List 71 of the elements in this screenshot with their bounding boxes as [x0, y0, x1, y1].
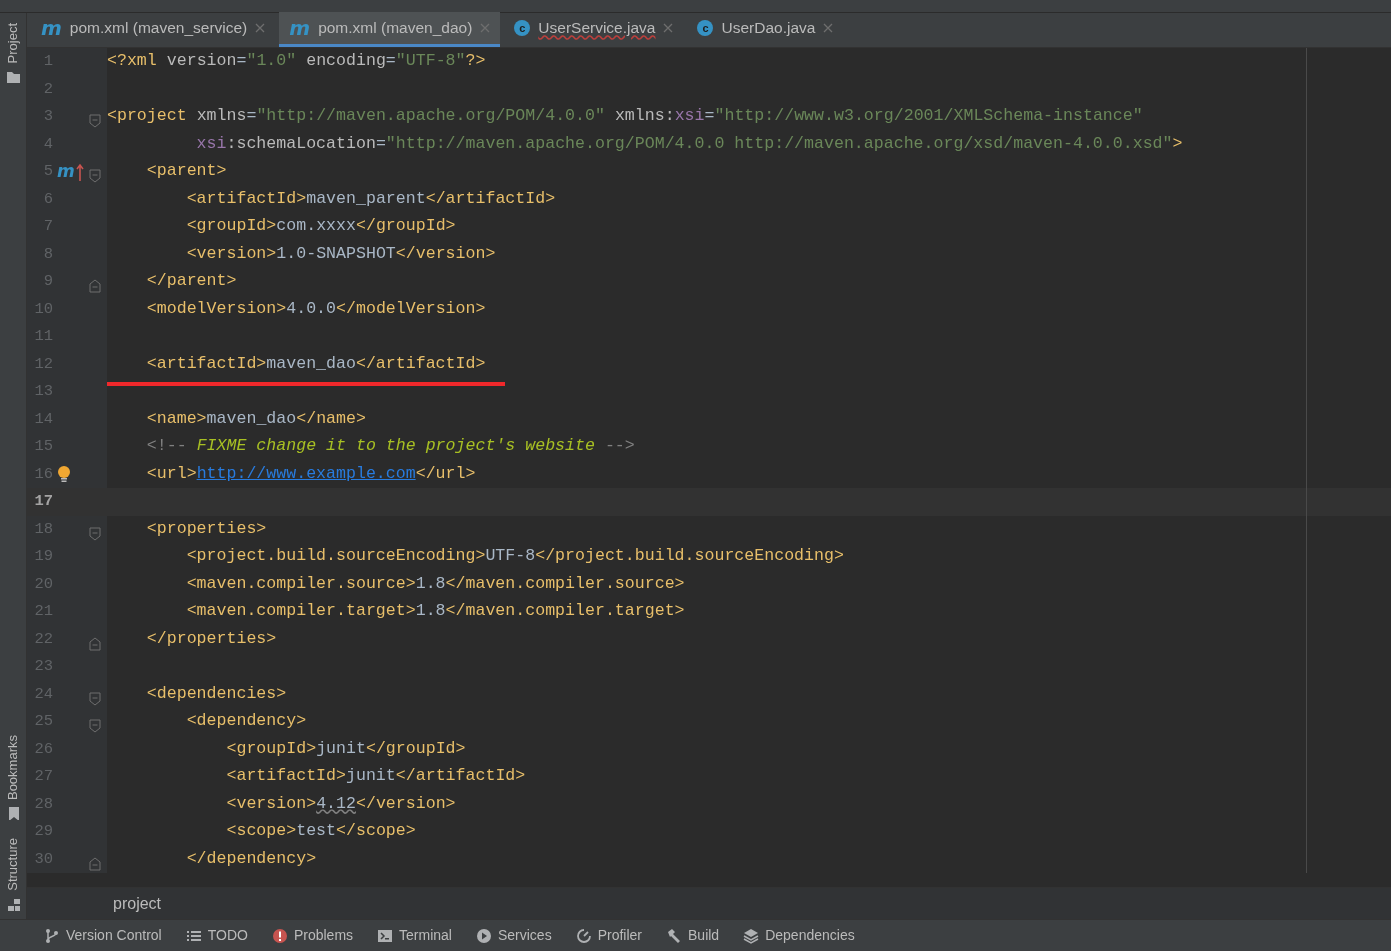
alert-icon [271, 927, 288, 944]
code-line: <maven.compiler.target>1.8</maven.compiler.target> [185, 600, 685, 623]
fold-icon[interactable] [89, 856, 101, 871]
code-line: <project xmlns="http://maven.apache.org/POM/4.0.0" xmlns:xsi="http://www.w3.org/2001/XMLSchema-instance" [107, 105, 1143, 128]
tool-window-button[interactable]: Build [662, 925, 732, 946]
tool-window-button[interactable]: Profiler [571, 925, 654, 946]
code-line: xsi:schemaLocation="http://maven.apache.org/POM/4.0.0 http://maven.apache.org/xsd/maven-4.0.0.xsd"> [195, 132, 1183, 155]
close-icon[interactable] [823, 23, 834, 33]
terminal-icon [377, 927, 394, 944]
gauge-icon [575, 927, 592, 944]
branch-icon [44, 927, 60, 944]
tool-window-button[interactable]: Problems [267, 925, 366, 946]
code-line: <dependency> [185, 710, 307, 733]
code-line: <groupId>com.xxxx</groupId> [185, 215, 456, 238]
code-line: <version>1.0-SNAPSHOT</version> [185, 242, 496, 265]
class-file-icon: c [697, 20, 714, 36]
fold-icon[interactable] [89, 691, 101, 706]
bookmark-icon [6, 806, 20, 821]
tool-window-tab[interactable]: Project [3, 21, 23, 66]
editor-tab[interactable]: m pom.xml (maven_service) [31, 12, 276, 47]
play-icon [475, 927, 492, 944]
tool-window-button[interactable]: Version Control [40, 925, 174, 946]
code-line: <dependencies> [145, 682, 287, 705]
tool-window-tab[interactable]: Structure [3, 836, 23, 893]
maven-file-icon: m [57, 163, 75, 181]
fold-icon[interactable] [89, 114, 101, 129]
editor-tab[interactable]: c UserDao.java [687, 12, 844, 47]
fold-icon[interactable] [89, 636, 101, 651]
close-icon[interactable] [480, 23, 491, 33]
code-line: <properties> [145, 517, 267, 540]
code-line: <project.build.sourceEncoding>UTF-8</project.build.sourceEncoding> [185, 545, 844, 568]
fold-icon[interactable] [89, 279, 101, 294]
tool-window-button[interactable]: Services [471, 925, 564, 946]
editor-tab[interactable]: m pom.xml (maven_dao) [279, 12, 501, 47]
tool-window-button[interactable]: TODO [181, 925, 260, 946]
code-line: <url>http://www.example.com</url> [145, 462, 476, 485]
folder-icon [6, 69, 20, 84]
code-line: <artifactId>maven_parent</artifactId> [185, 187, 556, 210]
layers-icon [743, 927, 760, 944]
code-line: <version>4.12</version> [225, 792, 456, 815]
lightbulb-icon[interactable] [57, 465, 71, 484]
tool-window-tab[interactable]: Bookmarks [3, 733, 23, 803]
hammer-icon [666, 927, 682, 944]
close-icon[interactable] [255, 23, 266, 33]
code-line: </dependency> [185, 847, 317, 870]
code-line: </parent> [145, 270, 237, 293]
tool-window-button[interactable]: Terminal [373, 925, 464, 946]
editor-tab[interactable]: c UserService.java [504, 12, 684, 47]
maven-file-icon: m [41, 18, 62, 38]
line-number: 17 [33, 491, 53, 513]
code-line: <groupId>junit</groupId> [225, 737, 466, 760]
code-line: <parent> [145, 160, 227, 183]
up-arrow-icon [75, 162, 84, 181]
code-line: <?xml version="1.0" encoding="UTF-8"?> [107, 50, 486, 73]
fold-icon[interactable] [89, 169, 101, 184]
fold-icon[interactable] [89, 526, 101, 541]
fold-icon[interactable] [89, 719, 101, 734]
class-file-icon: c [514, 20, 531, 36]
maven-file-icon: m [289, 18, 311, 38]
close-icon[interactable] [663, 23, 674, 33]
code-line: </properties> [145, 627, 277, 650]
code-line: <name>maven_dao</name> [145, 407, 366, 430]
breadcrumb-item[interactable]: project [113, 891, 162, 916]
code-line: <!-- FIXME change it to the project's website --> [145, 435, 635, 458]
code-line: <artifactId>maven_dao</artifactId> [107, 351, 486, 377]
code-line: <modelVersion>4.0.0</modelVersion> [145, 297, 486, 320]
tool-window-button[interactable]: Dependencies [739, 925, 867, 946]
structure-icon [6, 897, 20, 911]
code-line: <artifactId>junit</artifactId> [225, 765, 526, 788]
code-line: <scope>test</scope> [225, 820, 416, 843]
code-line: <maven.compiler.source>1.8</maven.compiler.source> [185, 572, 685, 595]
